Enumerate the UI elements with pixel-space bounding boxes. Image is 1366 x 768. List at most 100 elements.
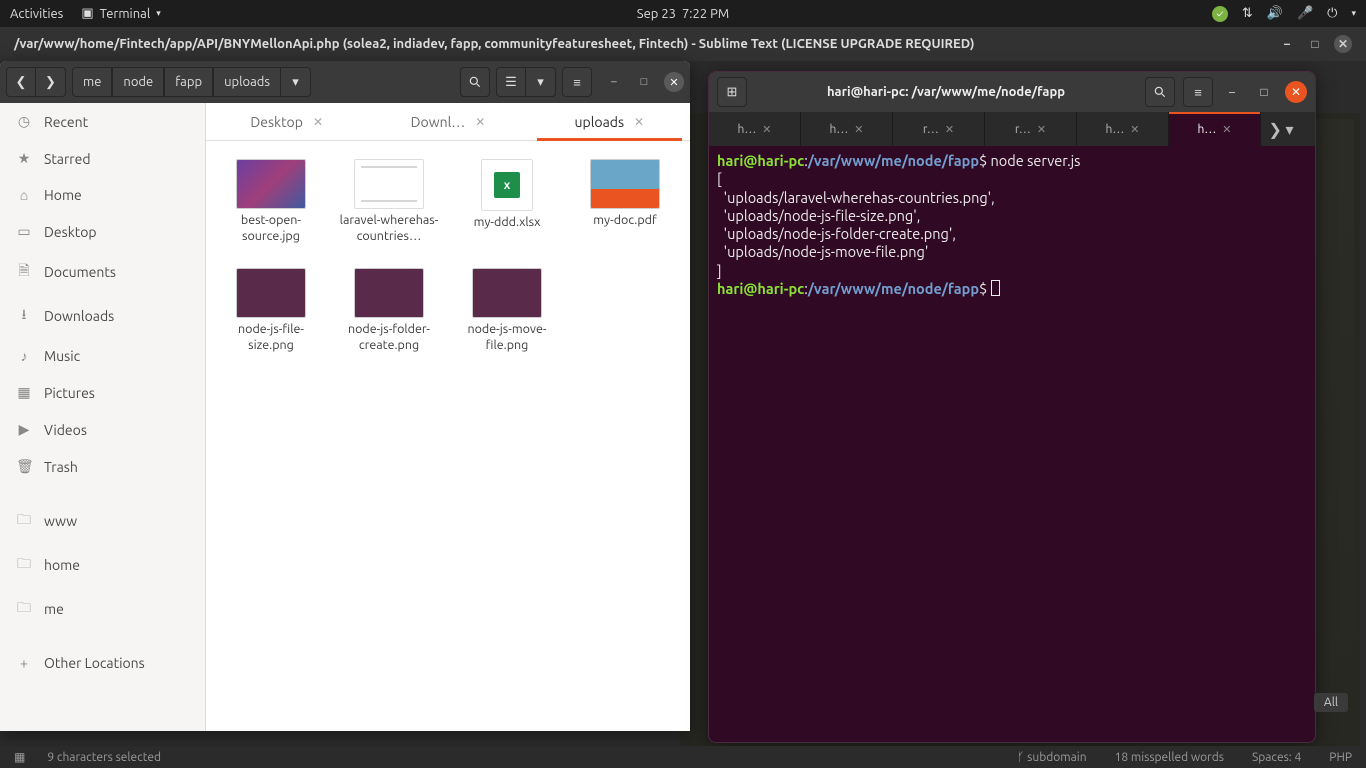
terminal-title: hari@hari-pc: /var/www/me/node/fapp xyxy=(755,85,1137,99)
sidebar-item[interactable]: ♪Music xyxy=(0,338,205,374)
volume-icon[interactable]: 🔊 xyxy=(1267,6,1283,21)
close-icon[interactable]: ✕ xyxy=(854,123,863,136)
sidebar-item[interactable]: ⭳Downloads xyxy=(0,294,205,338)
hamburger-button[interactable]: ≡ xyxy=(1183,77,1213,107)
terminal-tab[interactable]: r…✕ xyxy=(893,112,985,146)
sidebar-item[interactable]: 🗎Documents xyxy=(0,250,205,294)
sidebar-bookmark[interactable]: 🗀home xyxy=(0,543,205,587)
sidebar-item[interactable]: ⌂Home xyxy=(0,177,205,213)
path-segment[interactable]: uploads xyxy=(213,67,281,97)
sidebar-item-label: Pictures xyxy=(44,385,95,401)
sidebar-other-locations[interactable]: +Other Locations xyxy=(0,645,205,681)
terminal-window: ⊞ hari@hari-pc: /var/www/me/node/fapp ≡ … xyxy=(708,71,1316,743)
path-dropdown[interactable]: ▾ xyxy=(281,67,311,97)
sidebar-item[interactable]: 🗑Trash xyxy=(0,448,205,485)
terminal-tab[interactable]: h…✕ xyxy=(1077,112,1169,146)
sidebar-item[interactable]: ▶ Videos xyxy=(0,411,205,448)
terminal-tab[interactable]: h… ✕ xyxy=(1169,112,1261,146)
files-tab[interactable]: Desktop✕ xyxy=(206,103,367,140)
sublime-titlebar: /var/www/home/Fintech/app/API/BNYMellonA… xyxy=(0,27,1366,61)
sidebar-item[interactable]: ▦Pictures xyxy=(0,374,205,411)
spell-status[interactable]: 18 misspelled words xyxy=(1115,751,1224,764)
sidebar-item[interactable]: ◷Recent xyxy=(0,103,205,140)
close-button[interactable]: ✕ xyxy=(664,72,684,92)
path-segment[interactable]: fapp xyxy=(164,67,213,97)
terminal-tab[interactable]: h…✕ xyxy=(801,112,893,146)
sidebar-bookmark[interactable]: 🗀me xyxy=(0,587,205,631)
network-icon[interactable]: ⇅ xyxy=(1242,6,1253,21)
close-icon[interactable]: ✕ xyxy=(1037,123,1046,136)
file-name: best-open-source.jpg xyxy=(216,213,326,244)
close-icon[interactable]: ✕ xyxy=(1222,123,1231,136)
menu-icon[interactable]: ▦ xyxy=(14,750,25,764)
workspace: ❮ ❯ menodefappuploads▾ ☰ ▾ ≡ – □ ✕ ◷Rece… xyxy=(0,61,1366,746)
sidebar-item-label: Downloads xyxy=(44,308,114,324)
file-name: laravel-wherehas-countries… xyxy=(334,213,444,244)
minimize-button[interactable]: – xyxy=(1221,81,1243,103)
sidebar-item[interactable]: ▭Desktop xyxy=(0,213,205,250)
minimize-button[interactable]: – xyxy=(1278,35,1296,53)
sidebar-item-label: Music xyxy=(44,348,80,364)
close-icon[interactable]: ✕ xyxy=(945,123,954,136)
files-tab[interactable]: uploads ✕ xyxy=(529,103,690,140)
file-item[interactable]: best-open-source.jpg xyxy=(216,159,326,244)
close-icon[interactable]: ✕ xyxy=(1130,123,1139,136)
window-title: /var/www/home/Fintech/app/API/BNYMellonA… xyxy=(14,37,975,51)
file-item[interactable]: xmy-ddd.xlsx xyxy=(452,159,562,244)
search-button[interactable] xyxy=(1145,77,1175,107)
path-segment[interactable]: me xyxy=(72,67,112,97)
maximize-button[interactable]: □ xyxy=(1253,81,1275,103)
mic-icon[interactable]: 🎤 xyxy=(1297,6,1313,21)
chevron-down-icon: ▾ xyxy=(156,8,161,19)
back-button[interactable]: ❮ xyxy=(6,67,36,97)
close-button[interactable]: ✕ xyxy=(1285,81,1307,103)
maximize-button[interactable]: □ xyxy=(1306,35,1324,53)
view-options-button[interactable]: ▾ xyxy=(526,67,556,97)
close-icon[interactable]: ✕ xyxy=(313,115,323,129)
sidebar-item-label: Documents xyxy=(44,264,116,280)
files-tab[interactable]: Downl… ✕ xyxy=(367,103,528,140)
file-item[interactable]: my-doc.pdf xyxy=(570,159,680,244)
spaces-status[interactable]: Spaces: 4 xyxy=(1252,751,1301,764)
tab-label: h… xyxy=(1197,123,1216,136)
power-icon[interactable]: ⏻ xyxy=(1327,6,1337,21)
forward-button[interactable]: ❯ xyxy=(36,67,66,97)
file-item[interactable]: laravel-wherehas-countries… xyxy=(334,159,444,244)
syntax-status[interactable]: PHP xyxy=(1329,751,1352,764)
search-icon xyxy=(1153,85,1167,99)
file-thumb xyxy=(354,159,424,209)
files-grid: best-open-source.jpg laravel-wherehas-cou… xyxy=(206,141,690,372)
file-item[interactable]: node-js-move-file.png xyxy=(452,268,562,353)
clock[interactable]: Sep 23 7:22 PM xyxy=(637,7,729,21)
hamburger-button[interactable]: ≡ xyxy=(562,67,592,97)
close-icon[interactable]: ✕ xyxy=(634,115,644,129)
maximize-button[interactable]: □ xyxy=(634,72,654,92)
sidebar-item[interactable]: ★Starred xyxy=(0,140,205,177)
new-tab-button[interactable]: ⊞ xyxy=(717,77,747,107)
search-icon xyxy=(468,75,482,89)
terminal-body[interactable]: hari@hari-pc:/var/www/me/node/fapp$ node… xyxy=(709,146,1315,304)
sidebar-item-label: Home xyxy=(44,187,82,203)
file-item[interactable]: node-js-folder-create.png xyxy=(334,268,444,353)
desktop-icon: ▭ xyxy=(16,223,32,240)
search-button[interactable] xyxy=(460,67,490,97)
sidebar-item-label: Videos xyxy=(44,422,87,438)
minimize-button[interactable]: – xyxy=(604,72,624,92)
tab-label: Downl… xyxy=(411,114,466,130)
path-segment[interactable]: node xyxy=(112,67,164,97)
close-icon[interactable]: ✕ xyxy=(475,115,485,129)
close-button[interactable]: ✕ xyxy=(1334,35,1352,53)
app-menu[interactable]: ▣ Terminal ▾ xyxy=(81,6,160,21)
video-icon: ▶ xyxy=(16,421,32,438)
git-branch[interactable]: ᚶ subdomain xyxy=(1017,751,1086,764)
find-all-button[interactable]: All xyxy=(1314,693,1348,712)
terminal-tab[interactable]: r…✕ xyxy=(985,112,1077,146)
file-item[interactable]: node-js-file-size.png xyxy=(216,268,326,353)
close-icon[interactable]: ✕ xyxy=(762,123,771,136)
tab-overflow[interactable]: ❯ ▾ xyxy=(1261,112,1301,146)
tab-label: uploads xyxy=(575,114,625,130)
sidebar-bookmark[interactable]: 🗀www xyxy=(0,499,205,543)
view-list-button[interactable]: ☰ xyxy=(496,67,526,97)
activities-button[interactable]: Activities xyxy=(10,7,63,21)
terminal-tab[interactable]: h…✕ xyxy=(709,112,801,146)
